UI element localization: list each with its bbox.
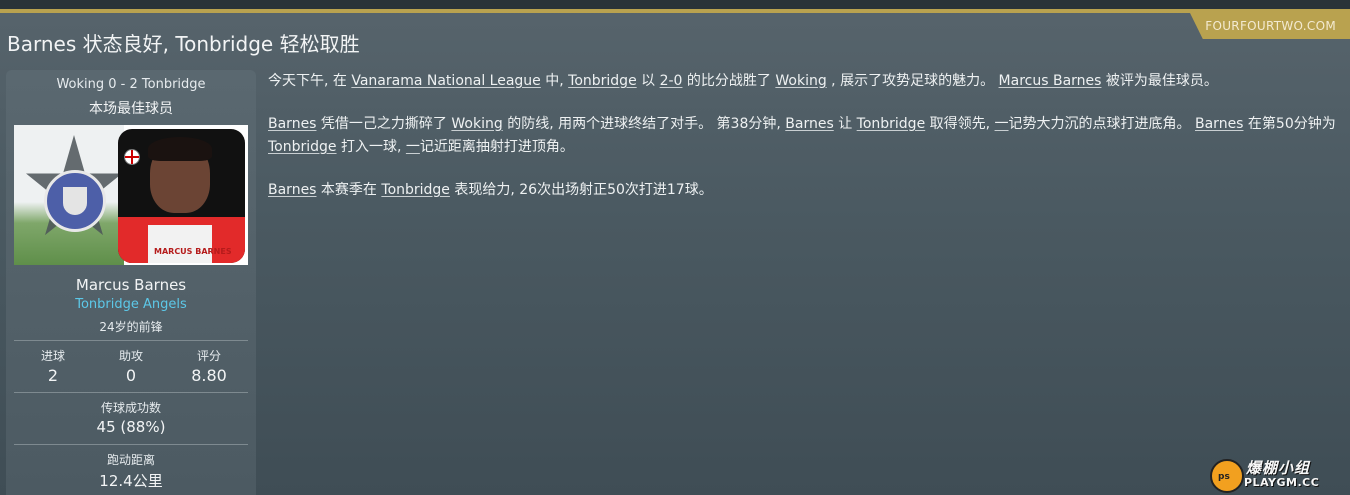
goal-link[interactable]: 一 [406,139,420,155]
news-headline: Barnes 状态良好, Tonbridge 轻松取胜 [7,32,360,56]
player-link[interactable]: Barnes [785,116,833,132]
text: 取得领先, [925,116,995,132]
stat-label: 传球成功数 [100,401,161,415]
club-link[interactable]: Woking [451,116,502,132]
watermark-logo-text: ps [1218,472,1230,482]
divider [14,444,248,445]
stat-label: 评分 [196,349,221,363]
text: 打入一球, [336,139,406,155]
text: 的比分战胜了 [682,73,776,89]
watermark-url: PLAYGM.CC [1244,476,1320,489]
club-link[interactable]: Tonbridge [381,182,450,198]
player-position: 24岁的前锋 [99,320,163,334]
text: 中, [540,73,569,89]
text: 的防线, 用两个进球终结了对手。 第38分钟, [502,116,786,132]
competition-link[interactable]: Vanarama National League [351,73,540,89]
text: 记近距离抽射打进顶角。 [419,139,574,155]
match-result[interactable]: Woking 0 - 2 Tonbridge [6,77,256,92]
shirt-text: MARCUS BARNES [154,247,232,256]
divider [14,340,248,341]
score-link[interactable]: 2-0 [660,73,683,89]
stat-assists: 助攻 0 [96,347,166,385]
paragraph: Barnes 凭借一己之力撕碎了 Woking 的防线, 用两个进球终结了对手。… [268,113,1338,159]
club-crest-icon[interactable] [44,170,106,232]
site-watermark: ps 爆棚小组 PLAYGM.CC [1210,457,1342,493]
stat-distance: 跑动距离 12.4公里 [6,451,256,491]
text: 被评为最佳球员。 [1101,73,1218,89]
text: 让 [833,116,857,132]
club-link[interactable]: Tonbridge [857,116,926,132]
stat-passes: 传球成功数 45 (88%) [6,399,256,436]
text: , 展示了攻势足球的魅力。 [826,73,999,89]
player-image-area: MARCUS BARNES [14,125,248,265]
club-name[interactable]: Tonbridge Angels [6,297,256,312]
club-link[interactable]: Woking [775,73,826,89]
paragraph: Barnes 本赛季在 Tonbridge 表现给力, 26次出场射正50次打进… [268,179,1338,202]
text: 在第50分钟为 [1243,116,1336,132]
player-link[interactable]: Barnes [1195,116,1243,132]
stat-value: 2 [47,366,59,385]
player-name[interactable]: Marcus Barnes [6,276,256,294]
stat-goals: 进球 2 [18,347,88,385]
stat-label: 跑动距离 [106,453,155,467]
award-label: 本场最佳球员 [89,101,173,117]
stat-value: 8.80 [191,366,227,385]
goal-link[interactable]: 一 [995,116,1009,132]
stat-rating: 评分 8.80 [174,347,244,385]
stat-value: 45 (88%) [96,418,166,436]
text: 记势大力沉的点球打进底角。 [1008,116,1195,132]
paragraph: 今天下午, 在 Vanarama National League 中, Tonb… [268,70,1338,93]
text: 凭借一己之力撕碎了 [316,116,452,132]
text: 本赛季在 [316,182,382,198]
stat-label: 助攻 [118,349,143,363]
player-link[interactable]: Marcus Barnes [999,73,1102,89]
watermark-logo-icon: ps [1210,459,1244,493]
player-link[interactable]: Barnes [268,182,316,198]
stat-value: 12.4公里 [99,472,163,490]
stat-label: 进球 [40,349,65,363]
news-article: 今天下午, 在 Vanarama National League 中, Tonb… [268,70,1338,222]
player-link[interactable]: Barnes [268,116,316,132]
gold-divider [0,9,1350,13]
england-flag-icon [124,149,140,165]
source-tag[interactable]: FOURFOURTWO.COM [1190,13,1350,39]
watermark-title: 爆棚小组 [1246,459,1311,477]
club-link[interactable]: Tonbridge [568,73,637,89]
player-of-match-card: Woking 0 - 2 Tonbridge 本场最佳球员 MARCUS BAR… [6,70,256,495]
divider [14,392,248,393]
text: 以 [636,73,660,89]
player-photo[interactable]: MARCUS BARNES [118,129,245,263]
text: 今天下午, 在 [268,73,352,89]
stat-value: 0 [125,366,137,385]
text: 表现给力, 26次出场射正50次打进17球。 [449,182,713,198]
club-link[interactable]: Tonbridge [268,139,337,155]
